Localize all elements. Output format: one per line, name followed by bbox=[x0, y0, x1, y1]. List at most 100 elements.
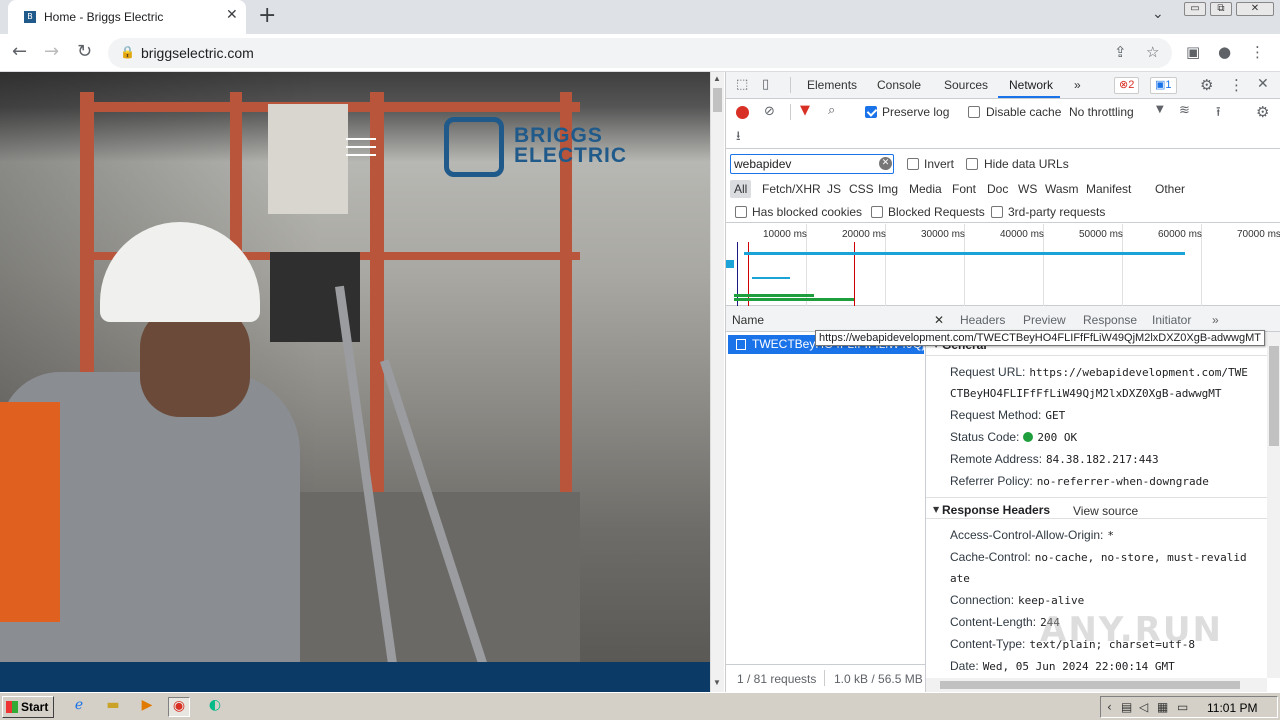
hide-data-urls-checkbox[interactable] bbox=[966, 158, 978, 170]
site-logo-text[interactable]: BRIGGS ELECTRIC bbox=[514, 125, 627, 166]
close-window-button[interactable]: ✕ bbox=[1236, 2, 1274, 16]
device-icon[interactable]: ▦ bbox=[1157, 700, 1168, 714]
star-icon[interactable]: ☆ bbox=[1146, 43, 1159, 61]
web-page: BRIGGS ELECTRIC bbox=[0, 72, 710, 692]
filter-icon[interactable]: ▼ bbox=[800, 103, 810, 118]
filter-type-media[interactable]: Media bbox=[905, 180, 946, 198]
devtools-menu-icon[interactable]: ⋮ bbox=[1229, 76, 1244, 94]
close-detail-icon[interactable]: ✕ bbox=[934, 313, 944, 327]
status-code-row: Status Code: 200 OK bbox=[950, 430, 1078, 444]
device-toolbar-icon[interactable]: ▯ bbox=[762, 77, 769, 92]
network-overview-timeline[interactable]: 10000 ms 20000 ms 30000 ms 40000 ms 5000… bbox=[726, 224, 1280, 306]
browser-tab[interactable]: B Home - Briggs Electric ✕ bbox=[8, 0, 246, 34]
tab-initiator[interactable]: Initiator bbox=[1152, 313, 1191, 327]
timeline-tick: 30000 ms bbox=[921, 229, 965, 240]
chevron-down-icon[interactable]: ▼ bbox=[1156, 104, 1164, 115]
tab-search-icon[interactable]: ⌄ bbox=[1152, 6, 1164, 22]
filter-type-manifest[interactable]: Manifest bbox=[1082, 180, 1135, 198]
media-player-icon[interactable]: ▶ bbox=[136, 697, 158, 717]
share-icon[interactable]: ⇪ bbox=[1114, 43, 1127, 61]
active-tab-indicator bbox=[998, 96, 1060, 98]
search-icon[interactable]: ⌕ bbox=[828, 103, 835, 118]
tab-preview[interactable]: Preview bbox=[1023, 313, 1066, 327]
messages-badge[interactable]: ▣1 bbox=[1150, 77, 1177, 94]
filter-type-js[interactable]: JS bbox=[823, 180, 845, 198]
blocked-requests-checkbox[interactable] bbox=[871, 206, 883, 218]
view-source-link[interactable]: View source bbox=[1073, 504, 1138, 518]
new-tab-button[interactable]: + bbox=[258, 3, 276, 28]
power-icon[interactable]: ▭ bbox=[1177, 700, 1188, 714]
tab-close-icon[interactable]: ✕ bbox=[226, 7, 238, 23]
url-text[interactable]: briggselectric.com bbox=[141, 45, 254, 61]
has-blocked-cookies-checkbox[interactable] bbox=[735, 206, 747, 218]
network-settings-gear-icon[interactable]: ⚙ bbox=[1256, 103, 1269, 121]
export-har-icon[interactable]: ⭳ bbox=[736, 127, 741, 149]
network-conditions-icon[interactable]: ≋ bbox=[1179, 103, 1190, 118]
reload-icon[interactable]: ↻ bbox=[77, 41, 92, 62]
throttling-select[interactable]: No throttling bbox=[1069, 105, 1134, 119]
detail-scrollbar-vertical[interactable] bbox=[1267, 332, 1280, 678]
tab-console[interactable]: Console bbox=[877, 78, 921, 92]
response-headers-section-header[interactable]: ▼ Response Headers View source bbox=[926, 497, 1267, 519]
filter-type-css[interactable]: CSS bbox=[845, 180, 878, 198]
tray-arrow-icon[interactable]: ‹ bbox=[1107, 700, 1112, 714]
name-column-header[interactable]: Name bbox=[732, 313, 764, 327]
tab-response[interactable]: Response bbox=[1083, 313, 1137, 327]
third-party-label: 3rd-party requests bbox=[1008, 205, 1106, 219]
filter-type-all[interactable]: All bbox=[730, 180, 752, 198]
tab-sources[interactable]: Sources bbox=[944, 78, 988, 92]
close-devtools-icon[interactable]: ✕ bbox=[1257, 76, 1269, 92]
minimize-button[interactable]: ▭ bbox=[1184, 2, 1206, 16]
inspect-element-icon[interactable]: ⬚ bbox=[736, 77, 748, 92]
profile-icon[interactable]: ● bbox=[1218, 43, 1231, 61]
page-scrollbar-thumb[interactable] bbox=[713, 88, 722, 112]
restore-button[interactable]: ⧉ bbox=[1210, 2, 1232, 16]
filter-type-ws[interactable]: WS bbox=[1014, 180, 1041, 198]
import-har-icon[interactable]: ⭱ bbox=[1216, 103, 1221, 125]
arrow-right-icon[interactable]: → bbox=[44, 41, 59, 62]
filter-type-font[interactable]: Font bbox=[948, 180, 980, 198]
tab-title: Home - Briggs Electric bbox=[44, 10, 164, 24]
expand-triangle-icon: ▼ bbox=[933, 505, 940, 514]
filter-input[interactable] bbox=[730, 154, 894, 174]
filter-type-doc[interactable]: Doc bbox=[983, 180, 1012, 198]
chrome-icon[interactable]: ◉ bbox=[168, 697, 190, 717]
clear-filter-icon[interactable]: ✕ bbox=[879, 157, 892, 170]
scrollbar-thumb[interactable] bbox=[940, 681, 1240, 689]
preserve-log-checkbox[interactable] bbox=[865, 106, 877, 118]
filter-type-img[interactable]: Img bbox=[874, 180, 902, 198]
disable-cache-checkbox[interactable] bbox=[968, 106, 980, 118]
more-detail-tabs-icon[interactable]: » bbox=[1212, 313, 1219, 327]
arrow-left-icon[interactable]: ← bbox=[12, 41, 27, 62]
page-scrollbar[interactable]: ▲ ▼ bbox=[710, 72, 724, 692]
lock-icon[interactable]: 🔒 bbox=[120, 45, 135, 59]
errors-badge[interactable]: ⊗2 bbox=[1114, 77, 1140, 94]
third-party-checkbox[interactable] bbox=[991, 206, 1003, 218]
filter-type-fetch-xhr[interactable]: Fetch/XHR bbox=[758, 180, 825, 198]
edge-icon[interactable]: ◐ bbox=[204, 697, 226, 717]
clock[interactable]: 11:01 PM bbox=[1207, 701, 1257, 715]
side-panel-icon[interactable]: ▣ bbox=[1186, 43, 1200, 61]
transfer-size: 1.0 kB / 56.5 MB bbox=[834, 672, 923, 686]
folder-icon[interactable]: ▬ bbox=[102, 697, 124, 717]
filter-type-other[interactable]: Other bbox=[1151, 180, 1189, 198]
invert-checkbox[interactable] bbox=[907, 158, 919, 170]
briggs-logo-icon[interactable] bbox=[444, 117, 504, 177]
kebab-menu-icon[interactable]: ⋮ bbox=[1250, 43, 1265, 61]
scrollbar-thumb[interactable] bbox=[1269, 346, 1279, 446]
tab-elements[interactable]: Elements bbox=[807, 78, 857, 92]
more-tabs-icon[interactable]: » bbox=[1074, 78, 1081, 92]
filter-type-wasm[interactable]: Wasm bbox=[1041, 180, 1083, 198]
clear-icon[interactable]: ⊘ bbox=[764, 104, 775, 119]
tab-headers[interactable]: Headers bbox=[960, 313, 1005, 327]
hamburger-menu-icon[interactable] bbox=[346, 138, 376, 158]
ie-icon[interactable]: ℯ bbox=[68, 697, 90, 717]
tab-network[interactable]: Network bbox=[1009, 78, 1053, 92]
address-bar[interactable]: 🔒 briggselectric.com bbox=[108, 38, 1172, 68]
detail-scrollbar-horizontal[interactable] bbox=[926, 678, 1267, 692]
start-button[interactable]: Start bbox=[2, 696, 54, 718]
volume-icon[interactable]: ◁ bbox=[1139, 700, 1148, 714]
settings-gear-icon[interactable]: ⚙ bbox=[1200, 76, 1213, 94]
record-icon[interactable] bbox=[736, 106, 749, 119]
network-icon[interactable]: ▤ bbox=[1121, 700, 1132, 714]
